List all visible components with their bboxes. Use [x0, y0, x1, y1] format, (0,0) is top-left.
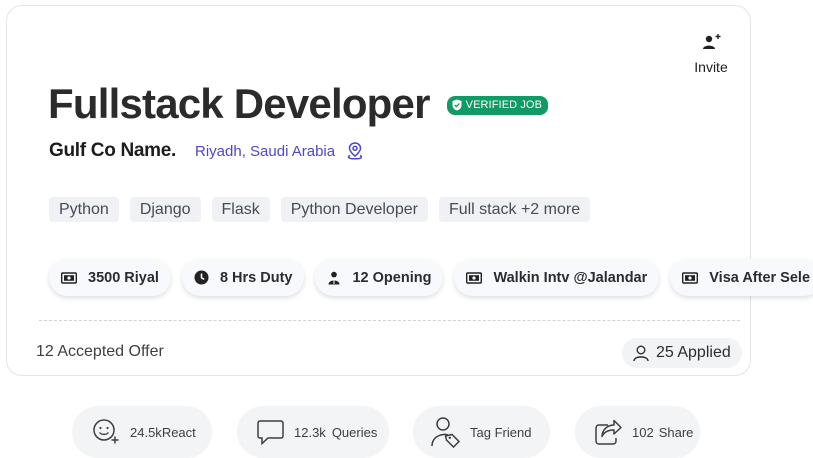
queries-button[interactable]: 12.3k Queries: [237, 406, 389, 458]
money-icon: [466, 271, 483, 284]
walkin-chip: Walkin Intv @Jalandar: [454, 259, 660, 296]
skill-tag: Django: [129, 197, 201, 222]
salary-label: 3500 Riyal: [88, 269, 159, 286]
money-icon: [682, 271, 699, 284]
skill-tags: Python Django Flask Python Developer Ful…: [49, 197, 601, 222]
invite-label: Invite: [694, 59, 728, 75]
company-row: Gulf Co Name. Riyadh, Saudi Arabia: [49, 140, 365, 162]
job-detail-chips: 3500 Riyal 8 Hrs Duty 12 Opening Walkin …: [49, 259, 813, 296]
openings-chip: 12 Opening: [315, 259, 444, 296]
duty-hours-chip: 8 Hrs Duty: [181, 259, 305, 296]
skill-tag-more[interactable]: Full stack +2 more: [438, 197, 591, 222]
react-count: 24.5k: [130, 424, 162, 440]
skill-tag: Flask: [211, 197, 270, 222]
queries-count: 12.3k: [294, 424, 326, 440]
location-link[interactable]: Riyadh, Saudi Arabia: [195, 143, 335, 160]
money-icon: [61, 271, 77, 284]
share-label: Share: [658, 424, 694, 440]
react-button[interactable]: 24.5k React: [72, 406, 212, 458]
skill-tag: Python Developer: [280, 197, 428, 222]
add-user-icon: [703, 34, 721, 49]
chat-bubble-icon: [257, 420, 284, 446]
verified-badge: VERIFIED JOB: [446, 95, 549, 115]
user-icon: [633, 345, 649, 362]
visa-label: Visa After Sele: [709, 269, 811, 286]
tag-friend-button[interactable]: Tag Friend: [413, 406, 550, 458]
shield-check-icon: [452, 99, 462, 111]
skill-tag: Python: [49, 197, 119, 222]
title-row: Fullstack Developer VERIFIED JOB: [48, 79, 549, 129]
react-label: React: [161, 424, 196, 440]
person-icon: [328, 271, 340, 284]
invite-button[interactable]: Invite: [689, 32, 733, 75]
job-card: Invite Fullstack Developer VERIFIED JOB …: [6, 5, 813, 376]
walkin-label: Walkin Intv @Jalandar: [493, 269, 648, 286]
applied-count-label: 25 Applied: [656, 344, 731, 361]
company-name: Gulf Co Name.: [49, 140, 177, 161]
visa-chip: Visa After Sele: [670, 259, 813, 296]
salary-chip: 3500 Riyal: [49, 259, 171, 296]
share-icon: [595, 419, 622, 445]
add-reaction-icon: [93, 419, 119, 444]
location-pin-icon[interactable]: [345, 141, 365, 161]
applied-count-badge[interactable]: 25 Applied: [622, 338, 742, 368]
share-button[interactable]: 102 Share: [575, 406, 700, 458]
accepted-offer-count: 12 Accepted Offer: [36, 343, 164, 360]
clock-icon: [194, 270, 209, 285]
tag-user-icon: [431, 417, 461, 448]
duty-hours-label: 8 Hrs Duty: [219, 269, 293, 286]
divider: [39, 320, 740, 321]
queries-label: Queries: [331, 424, 378, 440]
verified-badge-label: VERIFIED JOB: [465, 99, 543, 111]
openings-label: 12 Opening: [352, 269, 432, 286]
tag-friend-label: Tag Friend: [470, 424, 532, 440]
job-title: Fullstack Developer: [48, 80, 430, 127]
share-count: 102: [632, 424, 654, 440]
